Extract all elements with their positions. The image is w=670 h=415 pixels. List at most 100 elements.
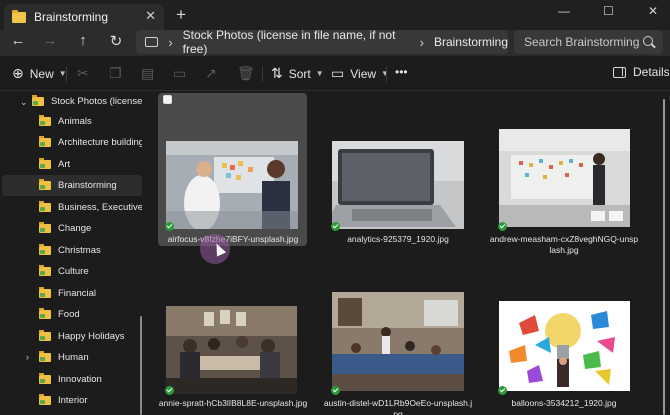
refresh-button[interactable]: ↻	[106, 32, 126, 50]
folder-icon	[39, 136, 51, 147]
sidebar-item-label: Brainstorming	[58, 180, 117, 191]
folder-icon	[39, 394, 51, 405]
sync-status-icon	[331, 222, 340, 231]
up-button[interactable]: ↑	[73, 32, 93, 49]
folder-icon	[39, 201, 51, 212]
chevron-down-icon[interactable]: ⌄	[20, 97, 28, 108]
sidebar-item-stock-photos[interactable]: ⌄ Stock Photos (license in f	[2, 91, 142, 112]
sidebar-item-label: Financial	[58, 288, 97, 299]
sidebar-item-label: Culture	[58, 266, 89, 277]
chevron-right-icon[interactable]: ›	[168, 35, 172, 50]
more-options-button[interactable]: •••	[395, 65, 408, 79]
file-thumbnail[interactable]	[332, 292, 464, 391]
new-button[interactable]: ⊕ New ▼	[12, 65, 67, 82]
plus-circle-icon: ⊕	[12, 65, 24, 81]
sidebar-item-culture[interactable]: Culture	[2, 261, 142, 282]
view-icon: ▭	[331, 65, 345, 81]
sidebar-item-change[interactable]: Change	[2, 218, 142, 239]
tab-brainstorming[interactable]: Brainstorming ✕	[4, 4, 164, 30]
tab-title: Brainstorming	[34, 10, 109, 24]
sidebar-item-label: Animals	[58, 116, 92, 127]
copy-icon[interactable]: ❐	[109, 65, 128, 82]
sidebar-item-business[interactable]: Business, Executive	[2, 197, 142, 218]
command-bar: ⊕ New ▼ ✂ ❐ ▤ ▭ ↗ 🗑 ⇅ Sort ▼ ▭ View ▼ ••…	[0, 56, 670, 91]
folder-icon	[39, 373, 51, 384]
new-tab-button[interactable]: +	[176, 5, 186, 25]
select-checkbox[interactable]	[163, 95, 172, 104]
delete-icon[interactable]: 🗑	[237, 65, 261, 82]
share-icon[interactable]: ↗	[205, 65, 223, 82]
divider	[386, 66, 387, 82]
forward-button[interactable]: →	[40, 32, 60, 49]
search-input[interactable]: Search Brainstorming	[514, 30, 663, 54]
search-icon	[643, 36, 653, 46]
content-scrollbar[interactable]	[663, 99, 665, 415]
folder-icon	[39, 330, 51, 341]
folder-icon	[32, 95, 44, 106]
folder-icon	[39, 308, 51, 319]
sidebar-item-architecture[interactable]: Architecture buildings	[2, 132, 142, 153]
sidebar-item-brainstorming[interactable]: Brainstorming	[2, 175, 142, 196]
minimize-button[interactable]: —	[558, 4, 570, 18]
chevron-down-icon: ▼	[381, 69, 389, 78]
navigation-bar: ← → ↑ ↻ › Stock Photos (license in file …	[0, 28, 670, 56]
maximize-button[interactable]: ☐	[603, 4, 614, 18]
view-label: View	[350, 66, 377, 81]
file-thumbnail[interactable]	[499, 129, 630, 227]
sidebar-item-food[interactable]: Food	[2, 304, 142, 325]
sidebar-item-human[interactable]: › Human	[2, 347, 142, 368]
file-thumbnail[interactable]	[499, 301, 630, 391]
sidebar-item-happy-holidays[interactable]: Happy Holidays	[2, 326, 142, 347]
sidebar-item-label: Food	[58, 309, 80, 320]
file-name: airfocus-v8fzhe7iBFY-unsplash.jpg	[167, 234, 299, 244]
sync-status-icon	[165, 386, 174, 395]
folder-icon	[39, 179, 51, 190]
chevron-down-icon: ▼	[315, 69, 324, 78]
sidebar-item-animals[interactable]: Animals	[2, 111, 142, 132]
sync-status-icon	[331, 386, 340, 395]
sort-button[interactable]: ⇅ Sort ▼	[271, 65, 324, 82]
close-tab-icon[interactable]: ✕	[145, 8, 156, 24]
rename-icon[interactable]: ▭	[173, 65, 192, 82]
sidebar-scrollbar[interactable]	[140, 316, 142, 415]
title-bar: Brainstorming ✕ + — ☐ ✕	[0, 0, 670, 30]
address-bar[interactable]: › Stock Photos (license in file name, if…	[136, 28, 508, 56]
chevron-right-icon[interactable]: ›	[26, 352, 29, 362]
sidebar-item-financial[interactable]: Financial	[2, 283, 142, 304]
sync-status-icon	[498, 222, 507, 231]
folder-icon	[39, 158, 51, 169]
sidebar-item-label: Christmas	[58, 245, 101, 256]
paste-icon[interactable]: ▤	[141, 65, 160, 82]
file-view: airfocus-v8fzhe7iBFY-unsplash.jpg analyt…	[148, 91, 670, 415]
sort-label: Sort	[288, 66, 311, 81]
file-thumbnail[interactable]	[166, 141, 298, 229]
back-button[interactable]: ←	[8, 32, 28, 49]
breadcrumb-brainstorming[interactable]: Brainstorming	[434, 35, 508, 49]
folder-icon	[39, 222, 51, 233]
breadcrumb-stock-photos[interactable]: Stock Photos (license in file name, if n…	[183, 28, 410, 56]
sidebar-item-label: Business, Executive	[58, 202, 142, 213]
file-thumbnail[interactable]	[332, 141, 464, 229]
search-placeholder: Search Brainstorming	[524, 35, 640, 49]
folder-icon	[12, 9, 26, 23]
file-name: balloons-3534212_1920.jpg	[511, 398, 617, 408]
details-button[interactable]: Details	[613, 65, 670, 79]
file-name: austin-distel-wD1LRb9OeEo-unsplash.jpg	[323, 398, 473, 415]
file-name: annie-spratt-hCb3lIB8L8E-unsplash.jpg	[158, 398, 308, 408]
sidebar-item-label: Interior	[58, 395, 88, 406]
sidebar-item-label: Happy Holidays	[58, 331, 125, 342]
divider	[262, 66, 263, 82]
sidebar-item-innovation[interactable]: Innovation	[2, 369, 142, 390]
sidebar-item-interior[interactable]: Interior	[2, 390, 142, 411]
view-button[interactable]: ▭ View ▼	[331, 65, 389, 82]
sidebar-item-christmas[interactable]: Christmas	[2, 240, 142, 261]
file-thumbnail[interactable]	[166, 306, 297, 394]
cut-icon[interactable]: ✂	[77, 65, 95, 82]
sidebar-item-art[interactable]: Art	[2, 154, 142, 175]
chevron-right-icon[interactable]: ›	[420, 35, 424, 50]
file-name: andrew-measham-cxZ8veghNGQ-unsplash.jpg	[489, 234, 639, 255]
close-window-button[interactable]: ✕	[648, 4, 658, 18]
sync-status-icon	[165, 222, 174, 231]
folder-icon	[39, 351, 51, 362]
sidebar-item-label: Human	[58, 352, 89, 363]
